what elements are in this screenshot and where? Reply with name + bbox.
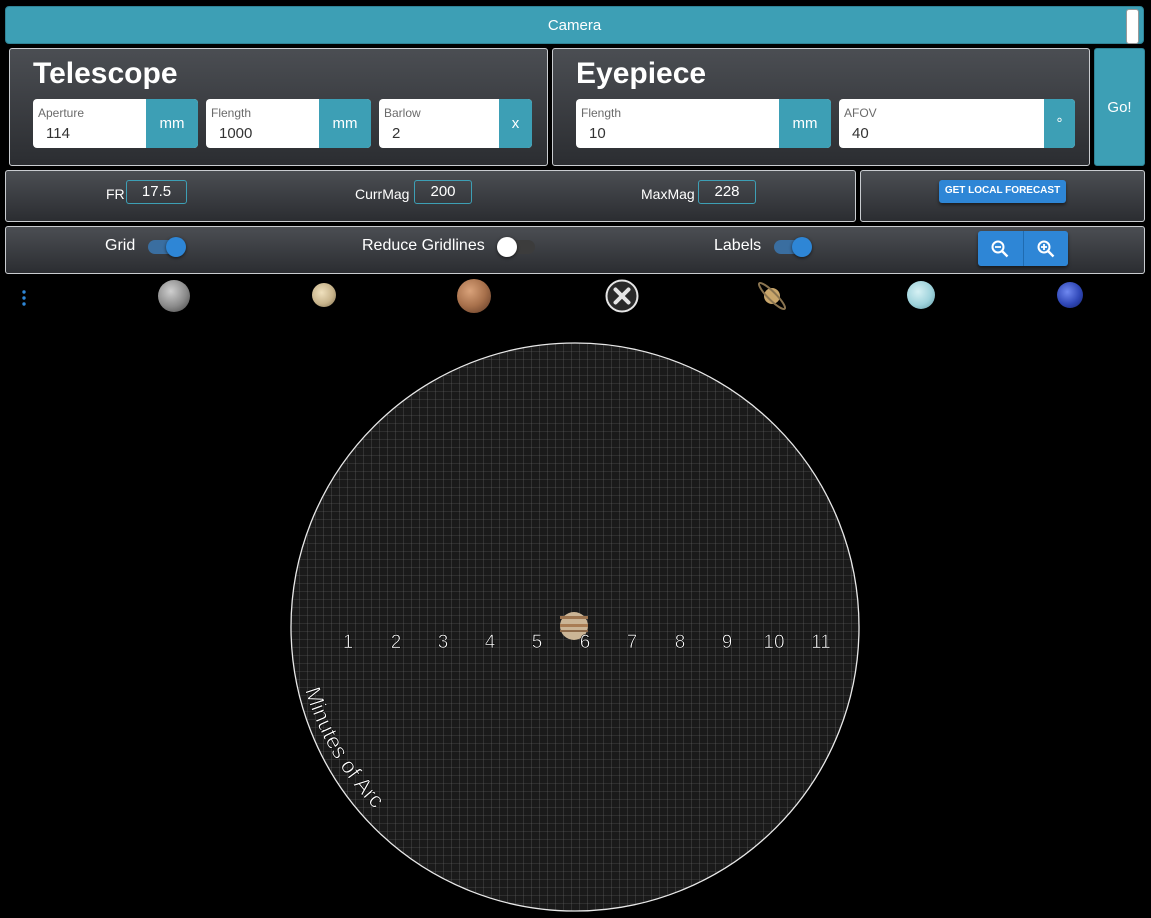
eyepiece-flength-label: Flength xyxy=(581,106,622,120)
zoom-in-icon xyxy=(1037,240,1055,257)
barlow-field[interactable]: Barlow x xyxy=(379,99,532,148)
afov-unit: ° xyxy=(1044,99,1075,148)
labels-toggle[interactable] xyxy=(774,237,812,257)
reduce-gridlines-toggle-knob xyxy=(497,237,517,257)
eyepiece-flength-unit: mm xyxy=(779,99,831,148)
fr-value: 17.5 xyxy=(126,180,187,204)
scale-labels: 1 2 3 4 5 6 7 8 9 10 11 xyxy=(342,632,831,654)
fr-label: FR xyxy=(106,186,125,202)
scale-label-2: 2 xyxy=(391,632,402,653)
stats-panel: FR 17.5 CurrMag 200 MaxMag 228 xyxy=(5,170,856,222)
saturn-icon[interactable] xyxy=(753,277,791,315)
eyepiece-title: Eyepiece xyxy=(576,57,707,90)
reduce-gridlines-toggle[interactable] xyxy=(497,237,535,257)
zoom-out-icon xyxy=(991,240,1009,257)
scale-label-7: 7 xyxy=(627,632,638,653)
scale-label-8: 8 xyxy=(675,632,686,653)
zoom-in-button[interactable] xyxy=(1022,231,1068,266)
afov-label: AFOV xyxy=(844,106,877,120)
currmag-label: CurrMag xyxy=(355,186,410,202)
afov-field[interactable]: AFOV ° xyxy=(839,99,1075,148)
forecast-panel: GET LOCAL FORECAST xyxy=(860,170,1145,222)
field-of-view-border xyxy=(290,342,860,912)
barlow-input[interactable] xyxy=(392,125,488,142)
afov-input[interactable] xyxy=(852,125,1016,142)
mercury-icon[interactable] xyxy=(158,280,190,312)
eyepiece-flength-field[interactable]: Flength mm xyxy=(576,99,831,148)
grid-toggle[interactable] xyxy=(148,237,186,257)
scale-label-10: 10 xyxy=(763,632,784,653)
grid-overlay xyxy=(291,343,859,911)
grid-toggle-label: Grid xyxy=(105,237,136,254)
labels-toggle-label: Labels xyxy=(714,237,762,254)
scale-label-4: 4 xyxy=(485,632,496,653)
telescope-flength-label: Flength xyxy=(211,106,252,120)
neptune-icon[interactable] xyxy=(1057,282,1083,308)
scale-label-1: 1 xyxy=(343,632,354,653)
eyepiece-flength-input[interactable] xyxy=(589,125,752,142)
telescope-flength-field[interactable]: Flength mm xyxy=(206,99,371,148)
go-button[interactable]: Go! xyxy=(1094,48,1145,166)
minutes-of-arc-label: Minutes of Arc xyxy=(300,684,389,813)
toggles-panel: Grid Reduce Gridlines Labels xyxy=(5,226,1145,274)
camera-bar[interactable]: Camera xyxy=(5,6,1144,44)
grid-toggle-knob xyxy=(166,237,186,257)
maxmag-label: MaxMag xyxy=(641,186,695,202)
mars-icon[interactable] xyxy=(457,279,491,313)
aperture-field[interactable]: Aperture mm xyxy=(33,99,198,148)
aperture-label: Aperture xyxy=(38,106,85,120)
barlow-unit: x xyxy=(499,99,532,148)
maxmag-value: 228 xyxy=(698,180,756,204)
eyepiece-panel: Eyepiece Flength mm AFOV ° xyxy=(552,48,1090,166)
telescope-panel: Telescope Aperture mm Flength mm Barlow … xyxy=(9,48,548,166)
scale-label-11: 11 xyxy=(811,632,831,653)
zoom-controls xyxy=(978,231,1068,266)
more-menu-icon[interactable] xyxy=(20,289,28,307)
aperture-unit: mm xyxy=(146,99,198,148)
uranus-icon[interactable] xyxy=(907,281,935,309)
camera-label: Camera xyxy=(547,17,602,34)
labels-toggle-knob xyxy=(792,237,812,257)
get-local-forecast-button[interactable]: GET LOCAL FORECAST xyxy=(939,180,1066,203)
currmag-value: 200 xyxy=(414,180,472,204)
jupiter-planet xyxy=(560,612,588,640)
telescope-flength-unit: mm xyxy=(319,99,371,148)
field-of-view-circle xyxy=(291,343,859,911)
close-icon[interactable] xyxy=(605,279,639,313)
zoom-out-button[interactable] xyxy=(978,231,1023,266)
barlow-label: Barlow xyxy=(384,106,421,120)
telescope-title: Telescope xyxy=(33,57,178,90)
scale-label-3: 3 xyxy=(438,632,449,653)
scale-label-6: 6 xyxy=(580,632,591,653)
scale-label-9: 9 xyxy=(722,632,733,653)
venus-icon[interactable] xyxy=(312,283,336,307)
telescope-flength-input[interactable] xyxy=(219,125,310,142)
reduce-gridlines-toggle-label: Reduce Gridlines xyxy=(362,237,485,254)
aperture-input[interactable] xyxy=(46,125,137,142)
camera-scroll-handle[interactable] xyxy=(1126,9,1139,44)
scale-label-5: 5 xyxy=(532,632,543,653)
